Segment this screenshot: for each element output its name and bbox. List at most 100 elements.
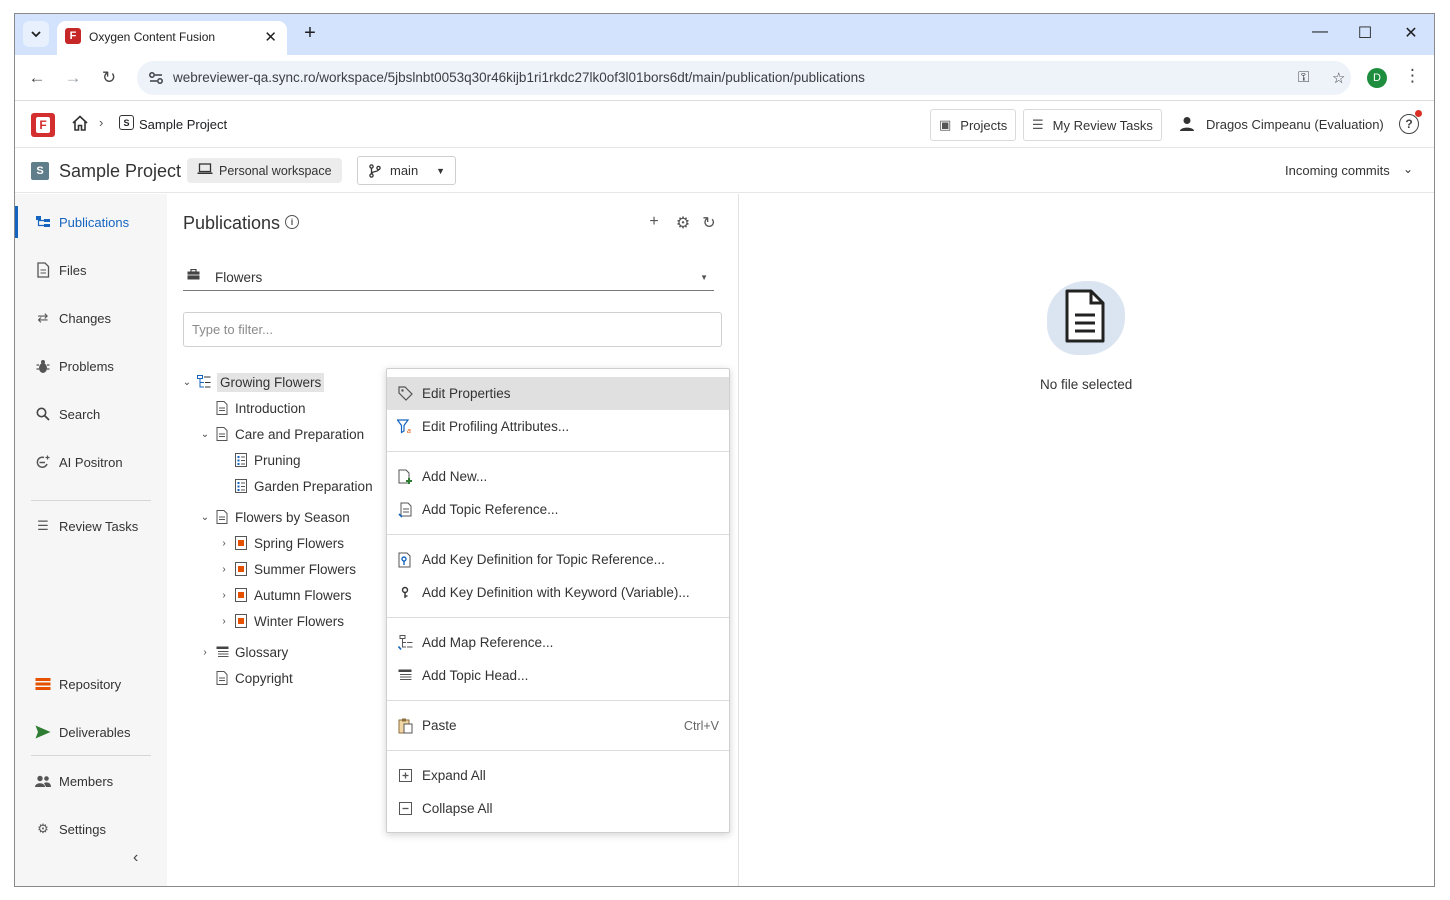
home-icon[interactable] xyxy=(71,114,89,132)
chevron-right-icon[interactable]: › xyxy=(218,538,230,549)
chevron-down-icon[interactable]: ⌄ xyxy=(1403,162,1413,176)
app-logo[interactable]: F xyxy=(31,113,55,137)
tab-search-button[interactable] xyxy=(23,21,49,47)
menu-item-paste[interactable]: Paste Ctrl+V xyxy=(387,709,729,742)
sidebar-item-review-tasks[interactable]: ☰ Review Tasks xyxy=(15,506,167,546)
browser-window: F Oxygen Content Fusion ✕ + — ☐ ✕ ← → ↻ … xyxy=(14,13,1435,887)
publication-select[interactable]: Flowers ▼ xyxy=(183,263,714,291)
sidebar-item-repository[interactable]: Repository xyxy=(15,664,167,704)
profile-avatar[interactable]: D xyxy=(1367,68,1387,88)
chevron-down-icon[interactable]: ⌄ xyxy=(199,429,211,440)
reload-icon[interactable]: ↻ xyxy=(97,66,121,90)
topic-icon xyxy=(215,426,229,442)
tree-node-growing-flowers[interactable]: ⌄ Growing Flowers xyxy=(181,371,325,393)
browser-menu-icon[interactable]: ⋮ xyxy=(1404,66,1421,86)
tree-node-spring-flowers[interactable]: › Spring Flowers xyxy=(218,532,344,554)
tab-strip: F Oxygen Content Fusion ✕ + — ☐ ✕ xyxy=(15,14,1434,55)
chevron-right-icon[interactable]: › xyxy=(218,590,230,601)
chevron-right-icon[interactable]: › xyxy=(199,647,211,658)
tree-node-copyright[interactable]: Copyright xyxy=(215,667,293,689)
tree-node-garden-preparation[interactable]: Garden Preparation xyxy=(234,475,373,497)
password-key-icon[interactable]: ⚿ xyxy=(1298,69,1309,86)
tab-title: Oxygen Content Fusion xyxy=(89,30,216,44)
collapse-icon xyxy=(396,800,414,818)
chevron-right-icon[interactable]: › xyxy=(218,564,230,575)
changes-icon: ⇄ xyxy=(37,310,49,325)
tree-node-introduction[interactable]: Introduction xyxy=(215,397,306,419)
my-review-tasks-button[interactable]: ☰ My Review Tasks xyxy=(1023,109,1162,141)
favicon-icon: F xyxy=(65,28,81,44)
sidebar-item-publications[interactable]: Publications xyxy=(15,202,167,242)
refresh-icon[interactable]: ↻ xyxy=(700,213,718,233)
search-icon xyxy=(35,406,51,422)
new-tab-button[interactable]: + xyxy=(299,22,321,44)
chevron-right-icon: › xyxy=(99,115,104,130)
sidebar-item-members[interactable]: Members xyxy=(15,761,167,801)
workspace-chip[interactable]: Personal workspace xyxy=(187,158,342,183)
topic-head-icon xyxy=(215,644,229,660)
site-settings-icon[interactable] xyxy=(147,69,165,87)
chevron-right-icon[interactable]: › xyxy=(218,616,230,627)
breadcrumb-project[interactable]: Sample Project xyxy=(139,117,227,132)
laptop-icon xyxy=(197,163,213,178)
projects-button[interactable]: ▣ Projects xyxy=(930,109,1017,141)
briefcase-icon xyxy=(187,268,200,283)
tree-node-care-and-preparation[interactable]: ⌄ Care and Preparation xyxy=(199,423,364,445)
chevron-down-icon[interactable]: ⌄ xyxy=(199,512,211,523)
list-icon: ☰ xyxy=(1032,117,1044,132)
project-icon: S xyxy=(119,115,134,130)
menu-item-add-new[interactable]: Add New... xyxy=(387,460,729,493)
tree-node-pruning[interactable]: Pruning xyxy=(234,449,301,471)
collapse-sidebar-icon[interactable]: ‹ xyxy=(133,849,138,867)
menu-item-add-key-definition-keyword[interactable]: Add Key Definition with Keyword (Variabl… xyxy=(387,576,729,609)
sidebar-item-problems[interactable]: Problems xyxy=(15,346,167,386)
menu-item-collapse-all[interactable]: Collapse All xyxy=(387,792,729,825)
tree-node-flowers-by-season[interactable]: ⌄ Flowers by Season xyxy=(199,506,350,528)
user-name[interactable]: Dragos Cimpeanu (Evaluation) xyxy=(1206,117,1384,132)
back-icon[interactable]: ← xyxy=(25,66,49,90)
left-sidebar: Publications Files ⇄ Changes Problems Se… xyxy=(15,194,167,886)
publications-icon xyxy=(35,214,51,230)
info-icon[interactable]: i xyxy=(285,215,299,229)
close-tab-icon[interactable]: ✕ xyxy=(264,28,277,46)
menu-item-edit-properties[interactable]: Edit Properties xyxy=(387,377,729,410)
menu-divider xyxy=(387,534,729,535)
menu-item-edit-profiling-attributes[interactable]: a Edit Profiling Attributes... xyxy=(387,410,729,443)
project-badge: S xyxy=(31,162,49,180)
sidebar-item-settings[interactable]: ⚙ Settings xyxy=(15,809,167,849)
tree-node-summer-flowers[interactable]: › Summer Flowers xyxy=(218,558,356,580)
menu-item-add-map-reference[interactable]: Add Map Reference... xyxy=(387,626,729,659)
tree-node-winter-flowers[interactable]: › Winter Flowers xyxy=(218,610,344,632)
minimize-icon[interactable]: — xyxy=(1308,23,1332,41)
tree-node-autumn-flowers[interactable]: › Autumn Flowers xyxy=(218,584,351,606)
caret-down-icon: ▼ xyxy=(436,165,445,176)
branch-selector[interactable]: main ▼ xyxy=(357,156,456,185)
add-icon[interactable]: + xyxy=(645,213,663,231)
browser-tab[interactable]: F Oxygen Content Fusion ✕ xyxy=(57,21,287,55)
map-ref-icon xyxy=(396,634,414,652)
members-icon xyxy=(35,773,51,789)
menu-item-add-key-definition-topic[interactable]: Add Key Definition for Topic Reference..… xyxy=(387,543,729,576)
chevron-down-icon[interactable]: ⌄ xyxy=(181,377,193,388)
repository-icon xyxy=(35,676,51,692)
sidebar-item-files[interactable]: Files xyxy=(15,250,167,290)
incoming-commits[interactable]: Incoming commits xyxy=(1285,163,1390,178)
menu-item-add-topic-head[interactable]: Add Topic Head... xyxy=(387,659,729,692)
filter-input[interactable] xyxy=(183,312,722,347)
help-icon[interactable]: ? xyxy=(1399,114,1419,134)
close-window-icon[interactable]: ✕ xyxy=(1399,23,1423,43)
bookmark-star-icon[interactable]: ☆ xyxy=(1332,69,1345,87)
send-icon xyxy=(35,724,51,740)
tree-node-glossary[interactable]: › Glossary xyxy=(199,641,288,663)
maximize-icon[interactable]: ☐ xyxy=(1353,23,1377,43)
topic-icon xyxy=(215,670,229,686)
sidebar-item-deliverables[interactable]: Deliverables xyxy=(15,712,167,752)
sidebar-item-search[interactable]: Search xyxy=(15,394,167,434)
address-bar[interactable]: webreviewer-qa.sync.ro/workspace/5jbslnb… xyxy=(137,61,1351,95)
sidebar-item-changes[interactable]: ⇄ Changes xyxy=(15,298,167,338)
sidebar-item-ai-positron[interactable]: AI Positron xyxy=(15,442,167,482)
forward-icon[interactable]: → xyxy=(61,66,85,90)
gear-icon[interactable]: ⚙ xyxy=(674,213,692,233)
menu-item-add-topic-reference[interactable]: Add Topic Reference... xyxy=(387,493,729,526)
menu-item-expand-all[interactable]: Expand All xyxy=(387,759,729,792)
